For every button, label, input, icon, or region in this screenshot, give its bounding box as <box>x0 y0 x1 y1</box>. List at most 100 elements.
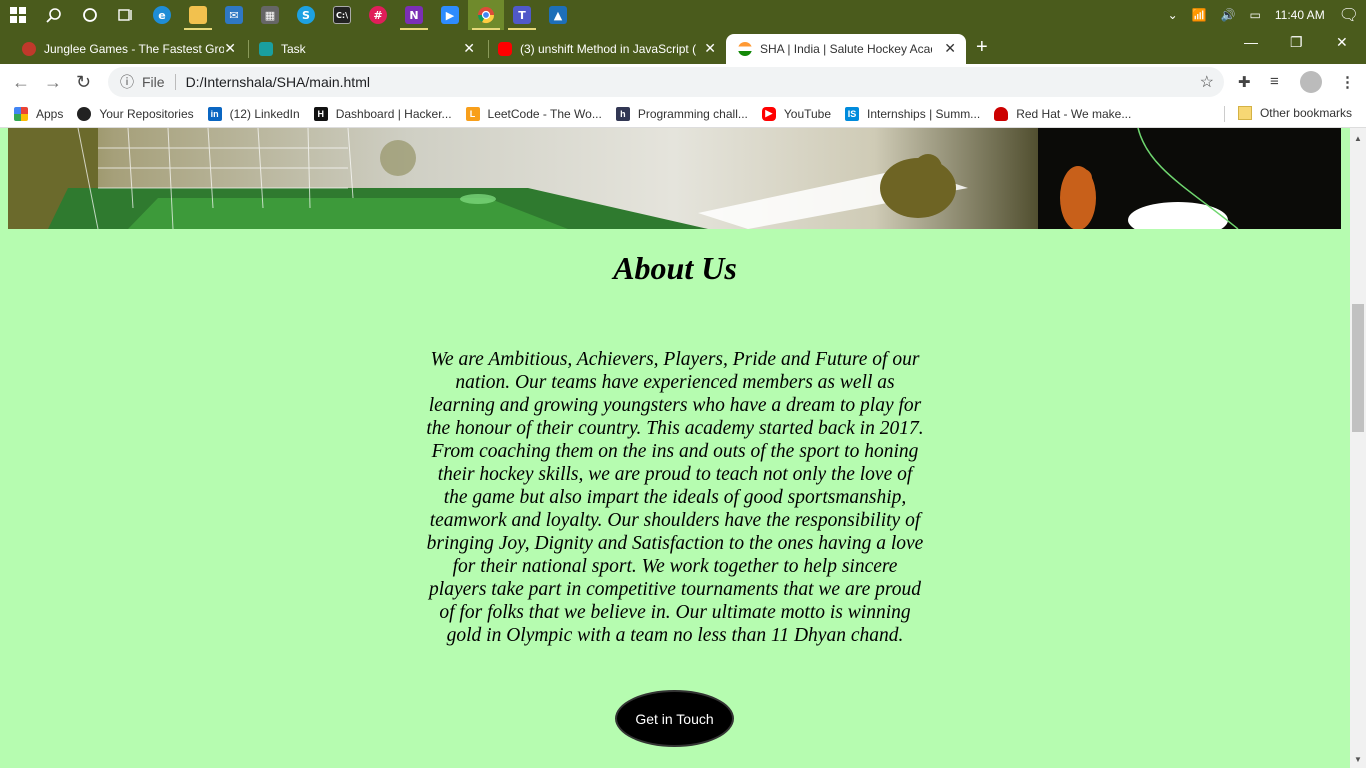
cortana-icon[interactable] <box>72 0 108 30</box>
bookmark-star-icon[interactable]: ☆ <box>1200 72 1214 92</box>
youtube-favicon-icon <box>498 42 512 56</box>
task-favicon-icon <box>259 42 273 56</box>
minimize-icon[interactable]: — <box>1244 34 1258 50</box>
scrollbar-thumb[interactable] <box>1352 304 1364 432</box>
folder-icon <box>1237 106 1252 120</box>
tab-sha-active[interactable]: SHA | India | Salute Hockey Acad ✕ <box>726 34 966 64</box>
close-icon[interactable]: ✕ <box>944 40 956 57</box>
onenote-icon[interactable]: N <box>396 0 432 30</box>
get-in-touch-button[interactable]: Get in Touch <box>615 690 734 747</box>
close-icon[interactable]: ✕ <box>704 40 716 57</box>
address-bar[interactable]: ⓘ File D:/Internshala/SHA/main.html ☆ <box>108 67 1224 97</box>
bookmark-label: Dashboard | Hacker... <box>335 106 452 121</box>
windows-start-icon[interactable] <box>0 0 36 30</box>
bookmark-label: Your Repositories <box>99 106 194 121</box>
bookmark-label: Apps <box>36 106 64 121</box>
bookmark-leetcode[interactable]: L LeetCode - The Wo... <box>465 106 602 121</box>
more-menu-icon[interactable]: ⋮ <box>1340 73 1355 91</box>
battery-icon[interactable]: ▭ <box>1250 8 1261 22</box>
close-icon[interactable]: ✕ <box>463 40 475 57</box>
extensions-puzzle-icon[interactable]: ✚ <box>1238 73 1251 91</box>
notification-icon[interactable]: 🗨 <box>1339 5 1359 25</box>
close-window-icon[interactable]: ✕ <box>1336 34 1348 51</box>
bookmark-hackerearth[interactable]: h Programming chall... <box>615 106 748 121</box>
bookmark-label: Internships | Summ... <box>867 106 981 121</box>
restore-icon[interactable]: ❐ <box>1290 34 1303 51</box>
address-divider <box>174 74 176 90</box>
other-bookmarks[interactable]: Other bookmarks <box>1237 106 1352 120</box>
bookmark-label: LeetCode - The Wo... <box>487 106 602 121</box>
info-icon[interactable]: ⓘ <box>120 72 134 92</box>
clock[interactable]: 11:40 AM <box>1275 8 1325 22</box>
scroll-down-arrow-icon[interactable]: ▼ <box>1354 755 1362 764</box>
page-content: About Us We are Ambitious, Achievers, Pl… <box>0 128 1350 768</box>
zoom-icon[interactable]: ▶ <box>432 0 468 30</box>
linkedin-icon: in <box>207 106 222 121</box>
wifi-icon[interactable]: 📶 <box>1192 8 1207 22</box>
reload-icon[interactable]: ↻ <box>76 72 91 93</box>
tab-title: SHA | India | Salute Hockey Acad <box>760 42 932 56</box>
chrome-icon[interactable] <box>468 0 504 30</box>
bookmark-github[interactable]: Your Repositories <box>77 106 194 121</box>
browser-tab-strip: Junglee Games - The Fastest Gro ✕ Task ✕… <box>0 30 1366 64</box>
leetcode-icon: L <box>465 106 480 121</box>
forward-arrow-icon[interactable]: → <box>44 72 62 93</box>
close-icon[interactable]: ✕ <box>224 40 236 57</box>
tab-title: Task <box>281 42 306 56</box>
task-view-icon[interactable] <box>108 0 144 30</box>
india-flag-favicon-icon <box>738 42 752 56</box>
file-explorer-icon[interactable] <box>180 0 216 30</box>
search-icon[interactable] <box>36 0 72 30</box>
bookmark-redhat[interactable]: Red Hat - We make... <box>994 106 1132 121</box>
other-bookmarks-label: Other bookmarks <box>1259 106 1352 120</box>
bookmark-label: Programming chall... <box>637 106 748 121</box>
hockey-illustration <box>8 128 1341 229</box>
bookmark-label: YouTube <box>783 106 832 121</box>
browser-toolbar: ← → ↻ ⓘ File D:/Internshala/SHA/main.htm… <box>0 64 1366 100</box>
mail-icon[interactable]: ✉ <box>216 0 252 30</box>
bookmark-hackerrank[interactable]: H Dashboard | Hacker... <box>313 106 452 121</box>
windows-taskbar: e ✉ ▦ S C:\ # N ▶ T ▲ ⌄ 📶 🔊 ▭ 11:40 AM 🗨 <box>0 0 1366 30</box>
edge-icon[interactable]: e <box>144 0 180 30</box>
new-tab-button[interactable]: + <box>976 36 988 59</box>
page-scrollbar[interactable]: ▲ ▼ <box>1350 128 1366 768</box>
bookmark-label: (12) LinkedIn <box>229 106 300 121</box>
url-text[interactable]: D:/Internshala/SHA/main.html <box>186 74 370 90</box>
chevron-up-icon[interactable]: ⌄ <box>1168 8 1178 22</box>
photos-icon[interactable]: ▲ <box>540 0 576 30</box>
internshala-icon: IS <box>845 106 860 121</box>
apps-grid-icon <box>14 106 28 121</box>
bookmark-apps[interactable]: Apps <box>14 106 64 121</box>
bookmark-youtube[interactable]: ▶ YouTube <box>761 106 832 121</box>
tab-youtube[interactable]: (3) unshift Method in JavaScript ( ✕ <box>476 34 726 64</box>
media-queue-icon[interactable]: ≡ <box>1270 73 1279 90</box>
system-tray: ⌄ 📶 🔊 ▭ 11:40 AM 🗨 <box>1161 0 1366 30</box>
bookmark-internshala[interactable]: IS Internships | Summ... <box>845 106 981 121</box>
junglee-favicon-icon <box>22 42 36 56</box>
hackerrank-icon: H <box>313 106 328 121</box>
about-paragraph: We are Ambitious, Achievers, Players, Pr… <box>426 349 924 646</box>
teams-icon[interactable]: T <box>504 0 540 30</box>
bookmarks-divider <box>1224 106 1225 122</box>
volume-icon[interactable]: 🔊 <box>1221 8 1236 22</box>
skype-icon[interactable]: S <box>288 0 324 30</box>
slack-icon[interactable]: # <box>360 0 396 30</box>
profile-avatar-icon[interactable] <box>1300 71 1322 93</box>
page-title: About Us <box>613 250 737 286</box>
redhat-icon <box>994 106 1009 121</box>
store-icon[interactable]: ▦ <box>252 0 288 30</box>
scroll-up-arrow-icon[interactable]: ▲ <box>1354 134 1362 143</box>
tab-title: Junglee Games - The Fastest Gro <box>44 42 224 56</box>
tab-title: (3) unshift Method in JavaScript ( <box>520 42 697 56</box>
github-icon <box>77 106 92 121</box>
tab-task[interactable]: Task ✕ <box>237 34 485 64</box>
file-label: File <box>142 74 165 90</box>
hackerearth-icon: h <box>615 106 630 121</box>
bookmark-linkedin[interactable]: in (12) LinkedIn <box>207 106 300 121</box>
hockey-banner-image <box>8 128 1341 229</box>
bookmark-label: Red Hat - We make... <box>1016 106 1132 121</box>
terminal-icon[interactable]: C:\ <box>324 0 360 30</box>
back-arrow-icon[interactable]: ← <box>12 72 30 93</box>
tab-junglee[interactable]: Junglee Games - The Fastest Gro ✕ <box>0 34 246 64</box>
youtube-icon: ▶ <box>761 106 776 121</box>
